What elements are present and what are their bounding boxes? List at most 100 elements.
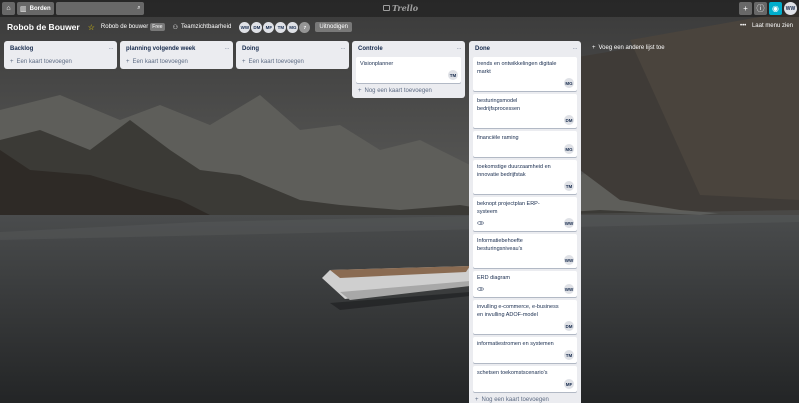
- people-icon: ⚇: [172, 24, 178, 31]
- more-icon: •••: [739, 23, 747, 29]
- list-title[interactable]: Backlog: [10, 46, 33, 52]
- card[interactable]: beknopt projectplan ERP-systeem WW: [473, 197, 577, 231]
- card-title: Informatiebehoefte besturingsniveau's: [477, 238, 523, 252]
- member-avatar[interactable]: MG: [287, 21, 299, 33]
- board-members: WW DM MF TM MG 7: [239, 21, 311, 33]
- list-menu-icon[interactable]: ···: [225, 46, 230, 52]
- list-title[interactable]: Controle: [358, 46, 383, 52]
- show-menu-button[interactable]: ••• Laat menu zien: [740, 23, 793, 29]
- plus-icon: +: [126, 58, 130, 65]
- card[interactable]: schetsen toekomstscenario's MF: [473, 366, 577, 392]
- search-input[interactable]: ⌕: [55, 2, 144, 15]
- card-member-avatar[interactable]: DM: [564, 321, 574, 331]
- invite-button[interactable]: Uitnodigen: [315, 22, 353, 32]
- plus-icon: +: [743, 4, 748, 13]
- card-title: ERD diagram: [477, 275, 511, 281]
- card-member-avatar[interactable]: TM: [448, 70, 458, 80]
- plus-icon: +: [475, 396, 479, 403]
- add-list-label: Voeg een andere lijst toe: [598, 45, 665, 51]
- card-footer: TM: [360, 70, 458, 80]
- card-member-avatar[interactable]: TM: [564, 181, 574, 191]
- card-member-avatar[interactable]: MF: [564, 379, 574, 389]
- plus-icon: +: [592, 45, 596, 51]
- member-avatar[interactable]: WW: [239, 21, 251, 33]
- info-icon: ⓘ: [756, 4, 765, 13]
- card-title: toekomstige duurzaamheid en innovatie be…: [477, 164, 551, 178]
- card-title: Visionplanner: [360, 61, 394, 67]
- visibility-button[interactable]: ⚇ Teamzichtbaarheid: [173, 24, 232, 31]
- show-menu-label: Laat menu zien: [751, 23, 793, 29]
- card-title: beknopt projectplan ERP-systeem: [477, 201, 540, 215]
- card-title: informatiestromen en systemen: [477, 341, 554, 347]
- topbar-right: + ⓘ ◉ WW: [739, 2, 797, 15]
- user-avatar[interactable]: WW: [784, 2, 797, 15]
- watch-icon: [477, 287, 484, 291]
- card[interactable]: invulling e-commerce, e-business en invu…: [473, 300, 577, 334]
- list-menu-icon[interactable]: ···: [457, 46, 462, 52]
- boards-button[interactable]: ▥ Borden: [17, 2, 54, 15]
- notifications-button[interactable]: ◉: [769, 2, 782, 15]
- board-title[interactable]: Robob de Bouwer: [7, 22, 80, 32]
- card[interactable]: financiële raming MG: [473, 131, 577, 157]
- list-1: planning volgende week ··· + Een kaart toev…: [120, 41, 233, 69]
- list-3: Controle ··· Visionplanner TM + Nog een kaart…: [352, 41, 465, 98]
- card-footer: MF: [477, 379, 574, 389]
- list-menu-icon[interactable]: ···: [573, 46, 578, 52]
- card-footer: WW: [477, 218, 574, 228]
- add-card-button[interactable]: + Een kaart toevoegen: [240, 56, 345, 67]
- search-icon: ⌕: [137, 5, 141, 11]
- list-header[interactable]: planning volgende week ···: [124, 44, 229, 54]
- add-card-button[interactable]: + Nog een kaart toevoegen: [356, 85, 461, 96]
- card-footer: MG: [477, 144, 574, 154]
- card-member-avatar[interactable]: WW: [564, 218, 574, 228]
- list-title[interactable]: Done: [475, 46, 490, 52]
- list-title[interactable]: Doing: [242, 46, 259, 52]
- card[interactable]: besturingsmodel bedrijfsprocessen DM: [473, 94, 577, 128]
- card-member-avatar[interactable]: DM: [564, 115, 574, 125]
- boards-label: Borden: [29, 5, 51, 12]
- card-member-avatar[interactable]: WW: [564, 255, 574, 265]
- list-header[interactable]: Doing ···: [240, 44, 345, 54]
- member-avatar[interactable]: DM: [251, 21, 263, 33]
- add-card-label: Een kaart toevoegen: [16, 58, 72, 65]
- card[interactable]: ERD diagram WW: [473, 271, 577, 297]
- team-name[interactable]: Robob de bouwer: [101, 24, 148, 30]
- list-menu-icon[interactable]: ···: [341, 46, 346, 52]
- card-member-avatar[interactable]: MG: [564, 144, 574, 154]
- card[interactable]: Visionplanner TM: [356, 57, 461, 83]
- add-card-button[interactable]: + Nog een kaart toevoegen: [473, 394, 577, 403]
- add-card-button[interactable]: + Een kaart toevoegen: [8, 56, 113, 67]
- star-icon[interactable]: ☆: [88, 23, 95, 32]
- list-menu-icon[interactable]: ···: [109, 46, 114, 52]
- card[interactable]: toekomstige duurzaamheid en innovatie be…: [473, 160, 577, 194]
- boards-icon: ▥: [20, 5, 27, 13]
- trello-logo[interactable]: Trello: [383, 3, 418, 13]
- add-card-button[interactable]: + Een kaart toevoegen: [124, 56, 229, 67]
- info-button[interactable]: ⓘ: [754, 2, 767, 15]
- card[interactable]: informatiestromen en systemen TM: [473, 337, 577, 363]
- card-member-avatar[interactable]: WW: [564, 284, 574, 294]
- list-2: Doing ··· + Een kaart toevoegen: [236, 41, 349, 69]
- list-header[interactable]: Done ···: [473, 44, 577, 54]
- add-list-button[interactable]: + Voeg een andere lijst toe: [587, 41, 687, 55]
- card-member-avatar[interactable]: TM: [564, 350, 574, 360]
- list-header[interactable]: Backlog ···: [8, 44, 113, 54]
- plus-icon: +: [10, 58, 14, 65]
- create-button[interactable]: +: [739, 2, 752, 15]
- home-button[interactable]: ⌂: [2, 2, 15, 15]
- card[interactable]: Informatiebehoefte besturingsniveau's WW: [473, 234, 577, 268]
- card-title: invulling e-commerce, e-business en invu…: [477, 304, 559, 318]
- app-topbar: ⌂ ▥ Borden ⌕ Trello + ⓘ ◉ WW: [0, 0, 799, 17]
- card-title: trends en ontwikkelingen digitale markt: [477, 61, 557, 75]
- visibility-label: Teamzichtbaarheid: [180, 24, 232, 30]
- list-0: Backlog ··· + Een kaart toevoegen: [4, 41, 117, 69]
- card[interactable]: trends en ontwikkelingen digitale markt M…: [473, 57, 577, 91]
- list-header[interactable]: Controle ···: [356, 44, 461, 54]
- member-avatar[interactable]: MF: [263, 21, 275, 33]
- list-title[interactable]: planning volgende week: [126, 46, 195, 52]
- member-avatar[interactable]: TM: [275, 21, 287, 33]
- card-footer: WW: [477, 284, 574, 294]
- card-member-avatar[interactable]: MG: [564, 78, 574, 88]
- plan-badge: Free: [150, 23, 165, 31]
- member-avatar[interactable]: 7: [299, 21, 311, 33]
